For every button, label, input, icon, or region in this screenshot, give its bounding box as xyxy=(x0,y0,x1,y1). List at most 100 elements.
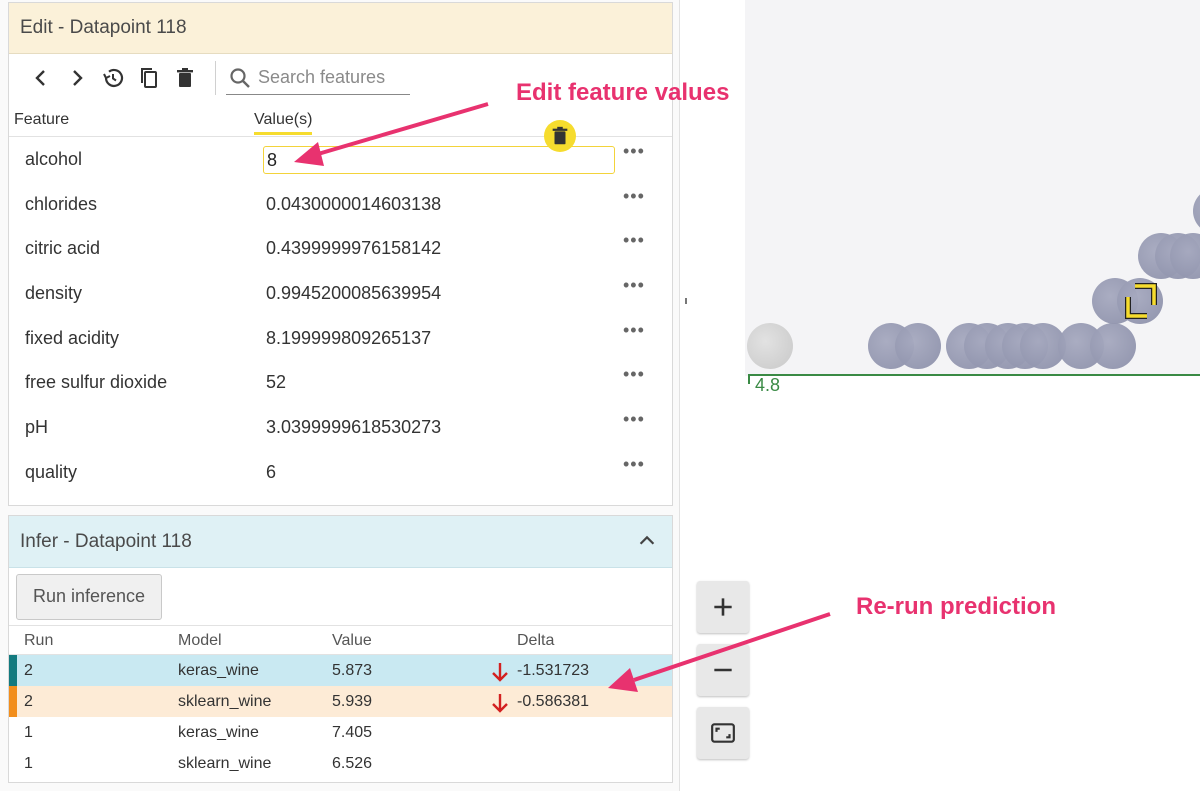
feature-name: alcohol xyxy=(25,149,83,169)
zoom-in-button[interactable] xyxy=(697,581,749,633)
fit-to-screen-button[interactable] xyxy=(697,707,749,759)
model-cell: keras_wine xyxy=(178,724,259,741)
feature-name: density xyxy=(25,283,83,304)
chevron-right-icon xyxy=(73,70,83,86)
more-options-icon[interactable]: ••• xyxy=(623,275,645,296)
results-table-header: Run Model Value Delta xyxy=(9,625,672,655)
next-datapoint-button[interactable] xyxy=(59,60,95,96)
feature-column-header: Feature xyxy=(14,111,70,128)
run-cell: 2 xyxy=(24,662,33,679)
toolbar-divider xyxy=(215,61,216,95)
table-row: 2 keras_wine 5.873 -1.531723 xyxy=(9,655,672,686)
more-options-icon[interactable]: ••• xyxy=(623,320,645,341)
rerun-prediction-callout: Re-run prediction xyxy=(856,593,1057,620)
values-column-header[interactable]: Value(s) xyxy=(254,111,313,135)
feature-row-citric-acid: citric acid 0.4399999976158142 ••• xyxy=(9,226,672,271)
arrow-down-icon xyxy=(492,694,508,713)
more-options-icon[interactable]: ••• xyxy=(623,141,645,162)
infer-panel: Infer - Datapoint 118 Run inference Run … xyxy=(8,515,673,783)
feature-value[interactable]: 0.9945200085639954 xyxy=(266,283,441,304)
feature-value[interactable]: 0.0430000014603138 xyxy=(266,194,441,215)
infer-panel-header: Infer - Datapoint 118 xyxy=(9,516,672,568)
feature-value[interactable]: 6 xyxy=(266,462,276,483)
feature-value[interactable]: 8.199999809265137 xyxy=(266,328,431,349)
left-column: Edit - Datapoint 118 Search features Fea… xyxy=(0,0,680,791)
model-color-bar xyxy=(9,655,17,686)
zoom-out-icon xyxy=(714,668,732,672)
x-axis-tick xyxy=(748,374,750,384)
value-cell: 6.526 xyxy=(332,755,373,772)
search-input[interactable] xyxy=(258,67,408,88)
more-options-icon[interactable]: ••• xyxy=(623,230,645,251)
model-cell: sklearn_wine xyxy=(178,755,272,772)
table-row: 2 sklearn_wine 5.939 -0.586381 xyxy=(9,686,672,717)
search-icon xyxy=(230,67,250,88)
value-cell: 5.873 xyxy=(332,662,373,679)
feature-row-quality: quality 6 ••• xyxy=(9,450,672,495)
run-inference-row: Run inference xyxy=(9,568,672,625)
model-cell: sklearn_wine xyxy=(178,693,272,710)
duplicate-button[interactable] xyxy=(131,60,167,96)
feature-row-free-sulfur-dioxide: free sulfur dioxide 52 ••• xyxy=(9,360,672,405)
feature-name: free sulfur dioxide xyxy=(25,372,168,393)
table-row: 1 sklearn_wine 6.526 xyxy=(9,748,672,779)
feature-name: pH xyxy=(25,417,49,438)
feature-name: fixed acidity xyxy=(25,327,120,348)
expand-less-icon[interactable] xyxy=(636,530,658,552)
fit-screen-icon xyxy=(711,723,735,743)
model-color-bar xyxy=(9,686,17,717)
previous-datapoint-button[interactable] xyxy=(23,60,59,96)
feature-name: chlorides xyxy=(25,193,98,214)
more-options-icon[interactable]: ••• xyxy=(623,186,645,207)
run-column-header: Run xyxy=(24,632,54,649)
feature-name: citric acid xyxy=(25,238,101,259)
datapoint-dot[interactable] xyxy=(747,323,793,369)
search-box[interactable] xyxy=(226,61,410,95)
history-icon xyxy=(103,68,124,87)
delete-icon xyxy=(552,126,568,145)
feature-name: quality xyxy=(25,461,78,482)
app-root: Edit - Datapoint 118 Search features Fea… xyxy=(0,0,1200,791)
run-cell: 1 xyxy=(24,755,33,772)
edit-panel-title: Edit - Datapoint 118 xyxy=(9,3,672,54)
delta-cell: -1.531723 xyxy=(517,662,590,679)
zoom-out-button[interactable] xyxy=(697,644,749,696)
edit-panel: Edit - Datapoint 118 Search features Fea… xyxy=(8,2,673,506)
feature-value[interactable]: 0.4399999976158142 xyxy=(266,238,441,259)
run-inference-button[interactable]: Run inference xyxy=(16,573,163,620)
more-options-icon[interactable]: ••• xyxy=(623,454,645,475)
feature-value[interactable]: 52 xyxy=(266,372,286,393)
run-cell: 2 xyxy=(24,693,33,710)
history-button[interactable] xyxy=(95,60,131,96)
table-row: 1 keras_wine 7.405 xyxy=(9,717,672,748)
more-options-icon[interactable]: ••• xyxy=(623,409,645,430)
feature-row-density: density 0.9945200085639954 ••• xyxy=(9,271,672,316)
value-column-header: Value xyxy=(332,632,372,649)
x-axis-tick-label: 4.8 xyxy=(755,375,781,395)
x-axis-line xyxy=(748,374,1200,376)
datapoint-dot[interactable] xyxy=(1090,323,1136,369)
chevron-left-icon xyxy=(35,70,45,86)
feature-row-chlorides: chlorides 0.0430000014603138 ••• xyxy=(9,182,672,227)
arrow-down-icon xyxy=(492,663,508,682)
copy-icon xyxy=(141,68,157,88)
delta-column-header: Delta xyxy=(517,632,555,649)
resize-handle[interactable] xyxy=(685,298,687,304)
feature-row-ph: pH 3.0399999618530273 ••• xyxy=(9,405,672,450)
zoom-in-icon xyxy=(714,598,732,616)
datapoint-dot[interactable] xyxy=(895,323,941,369)
model-column-header: Model xyxy=(178,632,222,649)
run-cell: 1 xyxy=(24,724,33,741)
infer-panel-title: Infer - Datapoint 118 xyxy=(20,530,192,552)
model-cell: keras_wine xyxy=(178,662,259,679)
edit-values-callout: Edit feature values xyxy=(516,79,730,106)
selection-marker-icon xyxy=(1125,283,1157,319)
more-options-icon[interactable]: ••• xyxy=(623,364,645,385)
delta-cell: -0.586381 xyxy=(517,693,590,710)
value-cell: 5.939 xyxy=(332,693,373,710)
delete-button[interactable] xyxy=(167,60,203,96)
delete-value-button[interactable] xyxy=(544,120,576,152)
value-cell: 7.405 xyxy=(332,724,373,741)
feature-value[interactable]: 3.0399999618530273 xyxy=(266,417,441,438)
delete-icon xyxy=(177,68,193,87)
